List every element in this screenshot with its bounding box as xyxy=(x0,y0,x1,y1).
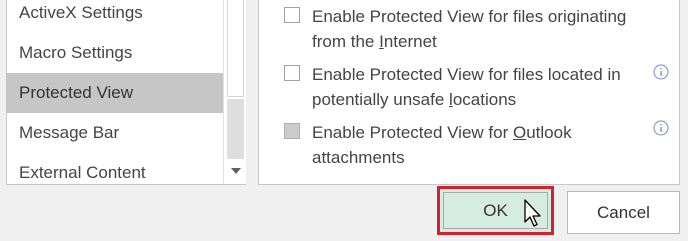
sidebar-item-macro-settings[interactable]: Macro Settings xyxy=(7,33,223,73)
sidebar-item-message-bar[interactable]: Message Bar xyxy=(7,113,223,153)
option-internet-files-label[interactable]: Enable Protected View for files originat… xyxy=(312,4,642,54)
checkbox-unsafe-locations[interactable] xyxy=(284,65,300,81)
ok-button-label: OK xyxy=(483,200,508,220)
scroll-down-button[interactable] xyxy=(227,161,244,181)
option-line: potentially unsafe locations xyxy=(312,90,517,109)
option-line: from the Internet xyxy=(312,32,437,51)
sidebar-item-external-content[interactable]: External Content xyxy=(7,153,223,193)
protected-view-options-panel: Enable Protected View for files originat… xyxy=(258,0,680,185)
sidebar-item-activex-settings[interactable]: ActiveX Settings xyxy=(7,0,223,33)
chevron-down-icon xyxy=(230,168,241,174)
option-outlook-attachments-label[interactable]: Enable Protected View for Outlook attach… xyxy=(312,120,642,170)
scrollbar-thumb[interactable] xyxy=(227,0,244,97)
option-line: Enable Protected View for files originat… xyxy=(312,7,627,26)
cancel-button[interactable]: Cancel xyxy=(567,191,680,234)
option-line: attachments xyxy=(312,148,405,167)
info-circle-icon[interactable] xyxy=(653,120,669,136)
sidebar-scrollbar[interactable] xyxy=(223,0,246,184)
mouse-pointer-icon xyxy=(524,199,541,227)
option-line: Enable Protected View for files located … xyxy=(312,65,621,84)
cancel-button-label: Cancel xyxy=(597,202,650,222)
checkbox-internet-files[interactable] xyxy=(284,7,300,23)
option-unsafe-locations-label[interactable]: Enable Protected View for files located … xyxy=(312,62,642,112)
info-circle-icon[interactable] xyxy=(653,64,669,80)
sidebar-item-protected-view[interactable]: Protected View xyxy=(7,73,223,113)
option-line: Enable Protected View for Outlook xyxy=(312,123,572,142)
checkbox-outlook-attachments[interactable] xyxy=(284,123,300,139)
trust-center-category-list: ActiveX Settings Macro Settings Protecte… xyxy=(6,0,246,185)
scrollbar-track[interactable] xyxy=(227,99,244,159)
